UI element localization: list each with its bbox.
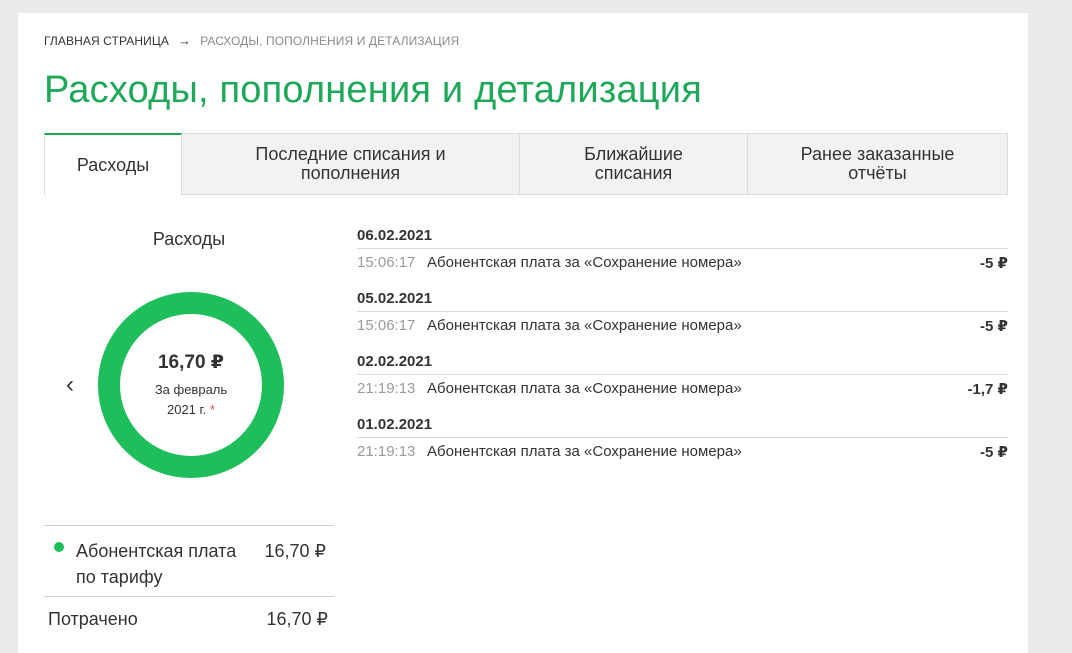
operation-description: Абонентская плата за «Сохранение номера» bbox=[427, 254, 742, 271]
page-title: Расходы, пополнения и детализация bbox=[44, 69, 702, 111]
legend-item: Абонентская плата по тарифу 16,70 ₽ bbox=[44, 526, 334, 597]
tab-label: пополнения bbox=[300, 163, 401, 183]
tab-recent-operations[interactable]: Последние списания и пополнения bbox=[182, 133, 520, 195]
breadcrumb: ГЛАВНАЯ СТРАНИЦА → РАСХОДЫ, ПОПОЛНЕНИЯ И… bbox=[44, 33, 459, 48]
operation-amount: -5 ₽ bbox=[980, 444, 1008, 461]
divider bbox=[357, 437, 1008, 438]
breadcrumb-current: РАСХОДЫ, ПОПОЛНЕНИЯ И ДЕТАЛИЗАЦИЯ bbox=[200, 33, 460, 48]
period-month: За февраль bbox=[154, 381, 228, 397]
day-date: 02.02.2021 bbox=[357, 353, 433, 370]
operation-description: Абонентская плата за «Сохранение номера» bbox=[427, 317, 742, 334]
expenses-legend: Абонентская плата по тарифу 16,70 ₽ Потр… bbox=[44, 525, 334, 643]
tab-label: Ближайшие bbox=[584, 144, 683, 164]
footnote-asterisk: * bbox=[209, 401, 215, 417]
tab-expenses[interactable]: Расходы bbox=[44, 133, 182, 195]
total-value: 16,70 ₽ bbox=[266, 609, 329, 629]
legend-label: Абонентская плата по тарифу bbox=[76, 541, 237, 587]
operation-amount: -5 ₽ bbox=[980, 255, 1008, 272]
tab-label: отчёты bbox=[848, 163, 907, 183]
expenses-title: Расходы bbox=[152, 229, 226, 249]
day-group: 02.02.2021 21:19:13 Абонентская плата за… bbox=[357, 349, 1008, 412]
day-group: 01.02.2021 21:19:13 Абонентская плата за… bbox=[357, 412, 1008, 475]
operation-row: 15:06:17 Абонентская плата за «Сохранени… bbox=[357, 317, 1008, 339]
tab-label: Последние списания и bbox=[255, 144, 446, 164]
operation-amount: -1,7 ₽ bbox=[967, 381, 1008, 398]
content-card: ГЛАВНАЯ СТРАНИЦА → РАСХОДЫ, ПОПОЛНЕНИЯ И… bbox=[18, 13, 1028, 653]
tab-label: списания bbox=[594, 163, 673, 183]
operation-description: Абонентская плата за «Сохранение номера» bbox=[427, 380, 742, 397]
operation-row: 21:19:13 Абонентская плата за «Сохранени… bbox=[357, 443, 1008, 465]
total-label: Потрачено bbox=[48, 609, 138, 629]
total-amount: 16,70 ₽ bbox=[157, 351, 225, 373]
divider bbox=[357, 374, 1008, 375]
operations-history: 06.02.2021 15:06:17 Абонентская плата за… bbox=[357, 223, 1008, 475]
divider bbox=[357, 311, 1008, 312]
operation-row: 21:19:13 Абонентская плата за «Сохранени… bbox=[357, 380, 1008, 402]
legend-value: 16,70 ₽ bbox=[264, 541, 327, 561]
operation-description: Абонентская плата за «Сохранение номера» bbox=[427, 443, 742, 460]
period-year: 2021 г. bbox=[166, 401, 207, 417]
tab-upcoming-charges[interactable]: Ближайшие списания bbox=[520, 133, 748, 195]
operation-row: 15:06:17 Абонентская плата за «Сохранени… bbox=[357, 254, 1008, 276]
tabs: Расходы Последние списания и пополнения … bbox=[44, 133, 1008, 195]
day-group: 05.02.2021 15:06:17 Абонентская плата за… bbox=[357, 286, 1008, 349]
total-row: Потрачено 16,70 ₽ bbox=[44, 597, 334, 643]
operation-time: 21:19:13 bbox=[357, 443, 416, 460]
tab-ordered-reports[interactable]: Ранее заказанные отчёты bbox=[748, 133, 1008, 195]
breadcrumb-home-link[interactable]: ГЛАВНАЯ СТРАНИЦА bbox=[44, 34, 169, 48]
operation-time: 21:19:13 bbox=[357, 380, 416, 397]
divider bbox=[357, 248, 1008, 249]
day-date: 05.02.2021 bbox=[357, 290, 433, 307]
tab-label: Расходы bbox=[76, 154, 150, 175]
operation-time: 15:06:17 bbox=[357, 254, 416, 271]
tab-label: Ранее заказанные bbox=[800, 144, 955, 164]
operation-time: 15:06:17 bbox=[357, 317, 416, 334]
donut-center: 16,70 ₽ За февраль 2021 г. * bbox=[98, 292, 284, 478]
operation-amount: -5 ₽ bbox=[980, 318, 1008, 335]
breadcrumb-arrow-icon: → bbox=[177, 33, 192, 48]
day-group: 06.02.2021 15:06:17 Абонентская плата за… bbox=[357, 223, 1008, 286]
chevron-left-icon[interactable]: ‹ bbox=[66, 373, 74, 397]
day-date: 01.02.2021 bbox=[357, 416, 433, 433]
period-label: За февраль 2021 г. * bbox=[155, 380, 227, 420]
day-date: 06.02.2021 bbox=[357, 227, 433, 244]
legend-dot-icon bbox=[54, 542, 64, 552]
